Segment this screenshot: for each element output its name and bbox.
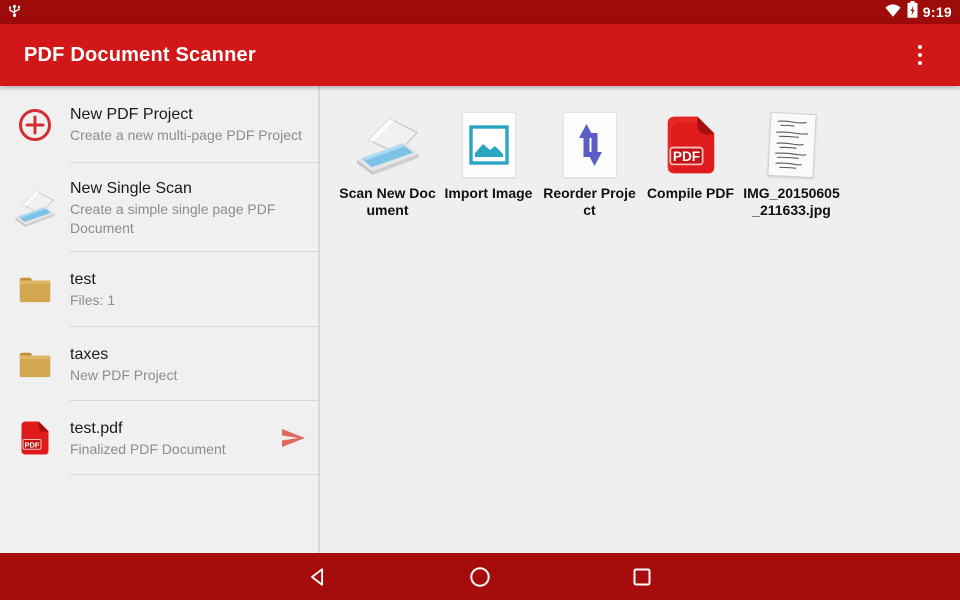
add-circle-icon [0,108,70,142]
sidebar-item-folder-taxes[interactable]: taxes New PDF Project [0,327,318,401]
item-subtitle: New PDF Project [70,366,310,385]
item-title: taxes [70,344,310,366]
item-title: test.pdf [70,418,260,440]
usb-icon [8,2,21,23]
item-subtitle: Files: 1 [70,291,310,310]
grid-item-label: Reorder Project [541,185,639,219]
sidebar: New PDF Project Create a new multi-page … [0,86,320,553]
grid-item-compile-pdf[interactable]: PDF Compile PDF [640,112,741,219]
send-icon[interactable] [268,427,318,449]
compile-pdf-icon: PDF [665,112,717,178]
android-nav-bar [0,553,960,600]
item-title: New PDF Project [70,104,310,126]
item-subtitle: Create a new multi-page PDF Project [70,126,310,145]
grid-item-label: Compile PDF [647,185,734,202]
status-bar: 9:19 [0,0,960,24]
app-bar: PDF Document Scanner [0,24,960,86]
svg-text:PDF: PDF [25,440,40,449]
action-grid: Scan New Document Import Image [337,112,842,219]
folder-icon [0,349,70,380]
grid-item-import-image[interactable]: Import Image [438,112,539,219]
pdf-file-icon: PDF [0,420,70,456]
clock-time: 9:19 [923,4,952,20]
item-title: New Single Scan [70,178,310,200]
grid-item-label: Import Image [445,185,533,202]
back-button[interactable] [306,565,330,589]
item-subtitle: Create a simple single page PDF Document [70,200,310,238]
grid-item-photo-img-20150605[interactable]: IMG_20150605_211633.jpg [741,112,842,219]
item-title: test [70,269,310,291]
sidebar-item-folder-test[interactable]: test Files: 1 [0,252,318,327]
import-image-icon [462,112,516,178]
sidebar-item-new-single-scan[interactable]: New Single Scan Create a simple single p… [0,163,318,252]
wifi-icon [884,2,902,23]
home-button[interactable] [468,565,492,589]
overflow-menu-icon[interactable] [900,35,940,75]
photo-thumbnail [767,112,816,178]
battery-charging-icon [907,1,918,23]
scanner-icon [0,189,70,227]
item-subtitle: Finalized PDF Document [70,440,260,459]
scanner-icon [353,112,423,178]
folder-icon [0,274,70,305]
recents-button[interactable] [630,565,654,589]
grid-item-scan-new-document[interactable]: Scan New Document [337,112,438,219]
grid-item-label: Scan New Document [339,185,437,219]
grid-item-label: IMG_20150605_211633.jpg [743,185,841,219]
page-title: PDF Document Scanner [24,44,256,67]
sidebar-item-test-pdf[interactable]: PDF test.pdf Finalized PDF Document [0,401,318,475]
grid-item-reorder-project[interactable]: Reorder Project [539,112,640,219]
svg-text:PDF: PDF [672,149,699,164]
reorder-arrows-icon [563,112,617,178]
sidebar-item-new-pdf-project[interactable]: New PDF Project Create a new multi-page … [0,86,318,163]
content-area: New PDF Project Create a new multi-page … [0,86,960,553]
